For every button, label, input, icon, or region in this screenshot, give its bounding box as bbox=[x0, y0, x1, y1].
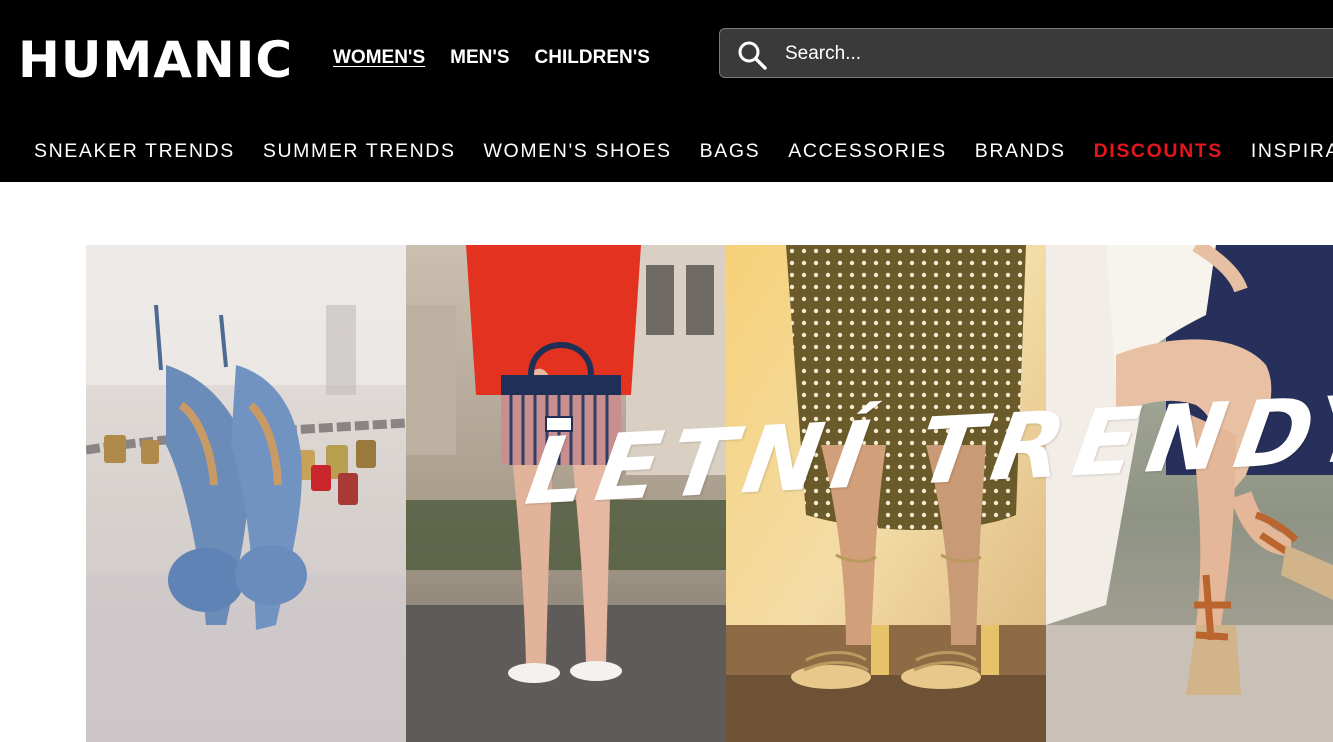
search-input[interactable] bbox=[783, 39, 1323, 69]
nav-childrens[interactable]: CHILDREN'S bbox=[535, 45, 650, 71]
nav-womens[interactable]: WOMEN'S bbox=[333, 45, 425, 71]
nav-sneaker-trends[interactable]: SNEAKER TRENDS bbox=[34, 138, 235, 164]
search-bar[interactable] bbox=[719, 28, 1333, 78]
nav-discounts[interactable]: DISCOUNTS bbox=[1094, 138, 1223, 164]
site-header: HUMANIC WOMEN'S MEN'S CHILDREN'S SNEAKER… bbox=[0, 0, 1333, 182]
search-icon[interactable] bbox=[736, 39, 768, 71]
nav-brands[interactable]: BRANDS bbox=[975, 138, 1066, 164]
humanic-logo[interactable]: HUMANIC bbox=[18, 30, 293, 90]
nav-summer-trends[interactable]: SUMMER TRENDS bbox=[263, 138, 456, 164]
nav-bags[interactable]: BAGS bbox=[700, 138, 761, 164]
nav-womens-shoes[interactable]: WOMEN'S SHOES bbox=[484, 138, 672, 164]
nav-inspiration[interactable]: INSPIRATION bbox=[1251, 138, 1333, 164]
nav-accessories[interactable]: ACCESSORIES bbox=[788, 138, 946, 164]
nav-mens[interactable]: MEN'S bbox=[450, 45, 509, 71]
gender-nav: WOMEN'S MEN'S CHILDREN'S bbox=[333, 45, 650, 71]
banner-photo-blue-heels bbox=[86, 245, 406, 742]
summer-trends-banner[interactable]: LETNÍ TRENDY bbox=[86, 245, 1333, 742]
blue-heels-illustration bbox=[86, 245, 406, 742]
category-nav: SNEAKER TRENDS SUMMER TRENDS WOMEN'S SHO… bbox=[34, 138, 1333, 164]
